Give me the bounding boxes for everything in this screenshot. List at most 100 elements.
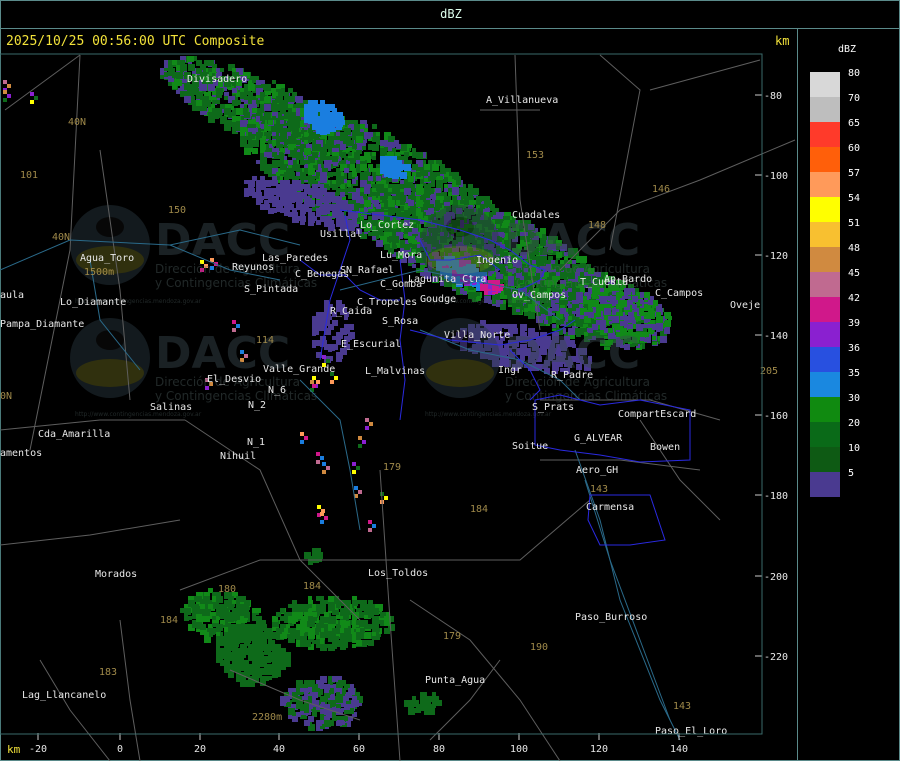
radar-pixel bbox=[476, 200, 481, 205]
radar-pixel bbox=[332, 180, 336, 184]
radar-pixel bbox=[348, 152, 352, 156]
radar-pixel bbox=[372, 124, 377, 129]
radar-pixel bbox=[324, 144, 329, 149]
radar-pixel bbox=[172, 60, 177, 65]
radar-pixel bbox=[576, 308, 580, 312]
radar-pixel bbox=[328, 136, 332, 140]
radar-pixel bbox=[400, 196, 406, 202]
radar-pixel bbox=[356, 196, 363, 203]
radar-pixel bbox=[300, 160, 305, 165]
radar-pixel bbox=[400, 144, 407, 151]
radar-pixel bbox=[272, 104, 277, 109]
radar-pixel bbox=[308, 176, 315, 183]
radar-pixel bbox=[388, 188, 392, 192]
radar-pixel bbox=[304, 148, 311, 155]
radar-pixel bbox=[296, 140, 300, 144]
radar-pixel bbox=[416, 188, 423, 195]
radar-pixel bbox=[376, 204, 381, 209]
radar-pixel bbox=[196, 100, 202, 106]
radar-pixel bbox=[252, 148, 258, 154]
radar-pixel bbox=[336, 136, 340, 140]
radar-pixel bbox=[528, 304, 535, 311]
radar-pixel bbox=[412, 148, 416, 152]
radar-pixel bbox=[372, 236, 376, 240]
radar-pixel bbox=[280, 120, 284, 124]
radar-pixel bbox=[288, 96, 294, 102]
radar-pixel bbox=[172, 72, 178, 78]
radar-pixel bbox=[220, 104, 225, 109]
radar-pixel bbox=[392, 188, 398, 194]
radar-pixel bbox=[460, 200, 464, 204]
radar-pixel bbox=[308, 156, 315, 163]
radar-pixel bbox=[360, 124, 365, 129]
radar-pixel bbox=[448, 184, 452, 188]
radar-pixel bbox=[240, 104, 244, 108]
radar-pixel bbox=[436, 180, 443, 187]
radar-pixel bbox=[232, 88, 237, 93]
radar-pixel bbox=[240, 120, 247, 127]
radar-pixel bbox=[304, 140, 308, 144]
radar-pixel bbox=[368, 232, 372, 236]
radar-pixel bbox=[272, 132, 276, 136]
radar-pixel bbox=[404, 152, 409, 157]
radar-pixel bbox=[292, 132, 298, 138]
radar-pixel bbox=[356, 160, 360, 164]
radar-pixel bbox=[664, 320, 671, 327]
radar-pixel bbox=[424, 200, 430, 206]
radar-pixel bbox=[432, 164, 439, 171]
radar-pixel bbox=[364, 200, 371, 207]
radar-pixel bbox=[360, 156, 365, 161]
radar-pixel bbox=[264, 152, 269, 157]
radar-pixel bbox=[240, 92, 247, 99]
radar-pixel bbox=[436, 204, 440, 208]
radar-pixel bbox=[416, 208, 421, 213]
radar-pixel bbox=[392, 244, 396, 248]
radar-pixel bbox=[248, 124, 252, 128]
radar-pixel bbox=[268, 140, 272, 144]
radar-pixel bbox=[288, 120, 294, 126]
radar-pixel bbox=[332, 184, 336, 188]
radar-pixel bbox=[472, 200, 476, 204]
radar-pixel bbox=[472, 188, 479, 195]
radar-pixel bbox=[424, 216, 428, 220]
radar-pixel bbox=[272, 152, 277, 157]
radar-pixel bbox=[316, 172, 320, 176]
radar-pixel bbox=[376, 136, 380, 140]
radar-pixel bbox=[344, 168, 349, 173]
radar-pixel bbox=[244, 100, 248, 104]
radar-pixel bbox=[164, 64, 168, 68]
radar-pixel bbox=[352, 144, 357, 149]
radar-pixel bbox=[252, 100, 256, 104]
radar-pixel bbox=[376, 184, 383, 191]
radar-pixel bbox=[412, 152, 418, 158]
radar-pixel bbox=[344, 128, 351, 135]
radar-pixel bbox=[464, 200, 469, 205]
radar-pixel bbox=[344, 136, 349, 141]
radar-pixel bbox=[224, 108, 231, 115]
radar-pixel bbox=[340, 144, 346, 150]
radar-pixel bbox=[376, 132, 380, 136]
radar-pixel bbox=[188, 92, 192, 96]
radar-pixel bbox=[232, 100, 238, 106]
radar-pixel bbox=[308, 168, 315, 175]
radar-pixel bbox=[276, 140, 280, 144]
radar-pixel bbox=[220, 68, 224, 72]
radar-pixel bbox=[420, 180, 424, 184]
radar-pixel bbox=[264, 104, 271, 111]
radar-pixel bbox=[284, 92, 288, 96]
radar-pixel bbox=[244, 148, 251, 155]
radar-pixel bbox=[392, 236, 399, 243]
radar-pixel bbox=[388, 200, 395, 207]
radar-pixel bbox=[288, 160, 293, 165]
radar-pixel bbox=[364, 132, 368, 136]
radar-pixel bbox=[324, 160, 331, 167]
radar-pixel bbox=[296, 172, 300, 176]
radar-pixel bbox=[424, 172, 428, 176]
radar-pixel bbox=[332, 156, 337, 161]
radar-pixel bbox=[372, 196, 376, 200]
radar-pixel bbox=[364, 208, 368, 212]
radar-pixel bbox=[360, 180, 367, 187]
radar-pixel bbox=[352, 132, 356, 136]
radar-pixel bbox=[248, 140, 254, 146]
radar-pixel bbox=[444, 188, 448, 192]
